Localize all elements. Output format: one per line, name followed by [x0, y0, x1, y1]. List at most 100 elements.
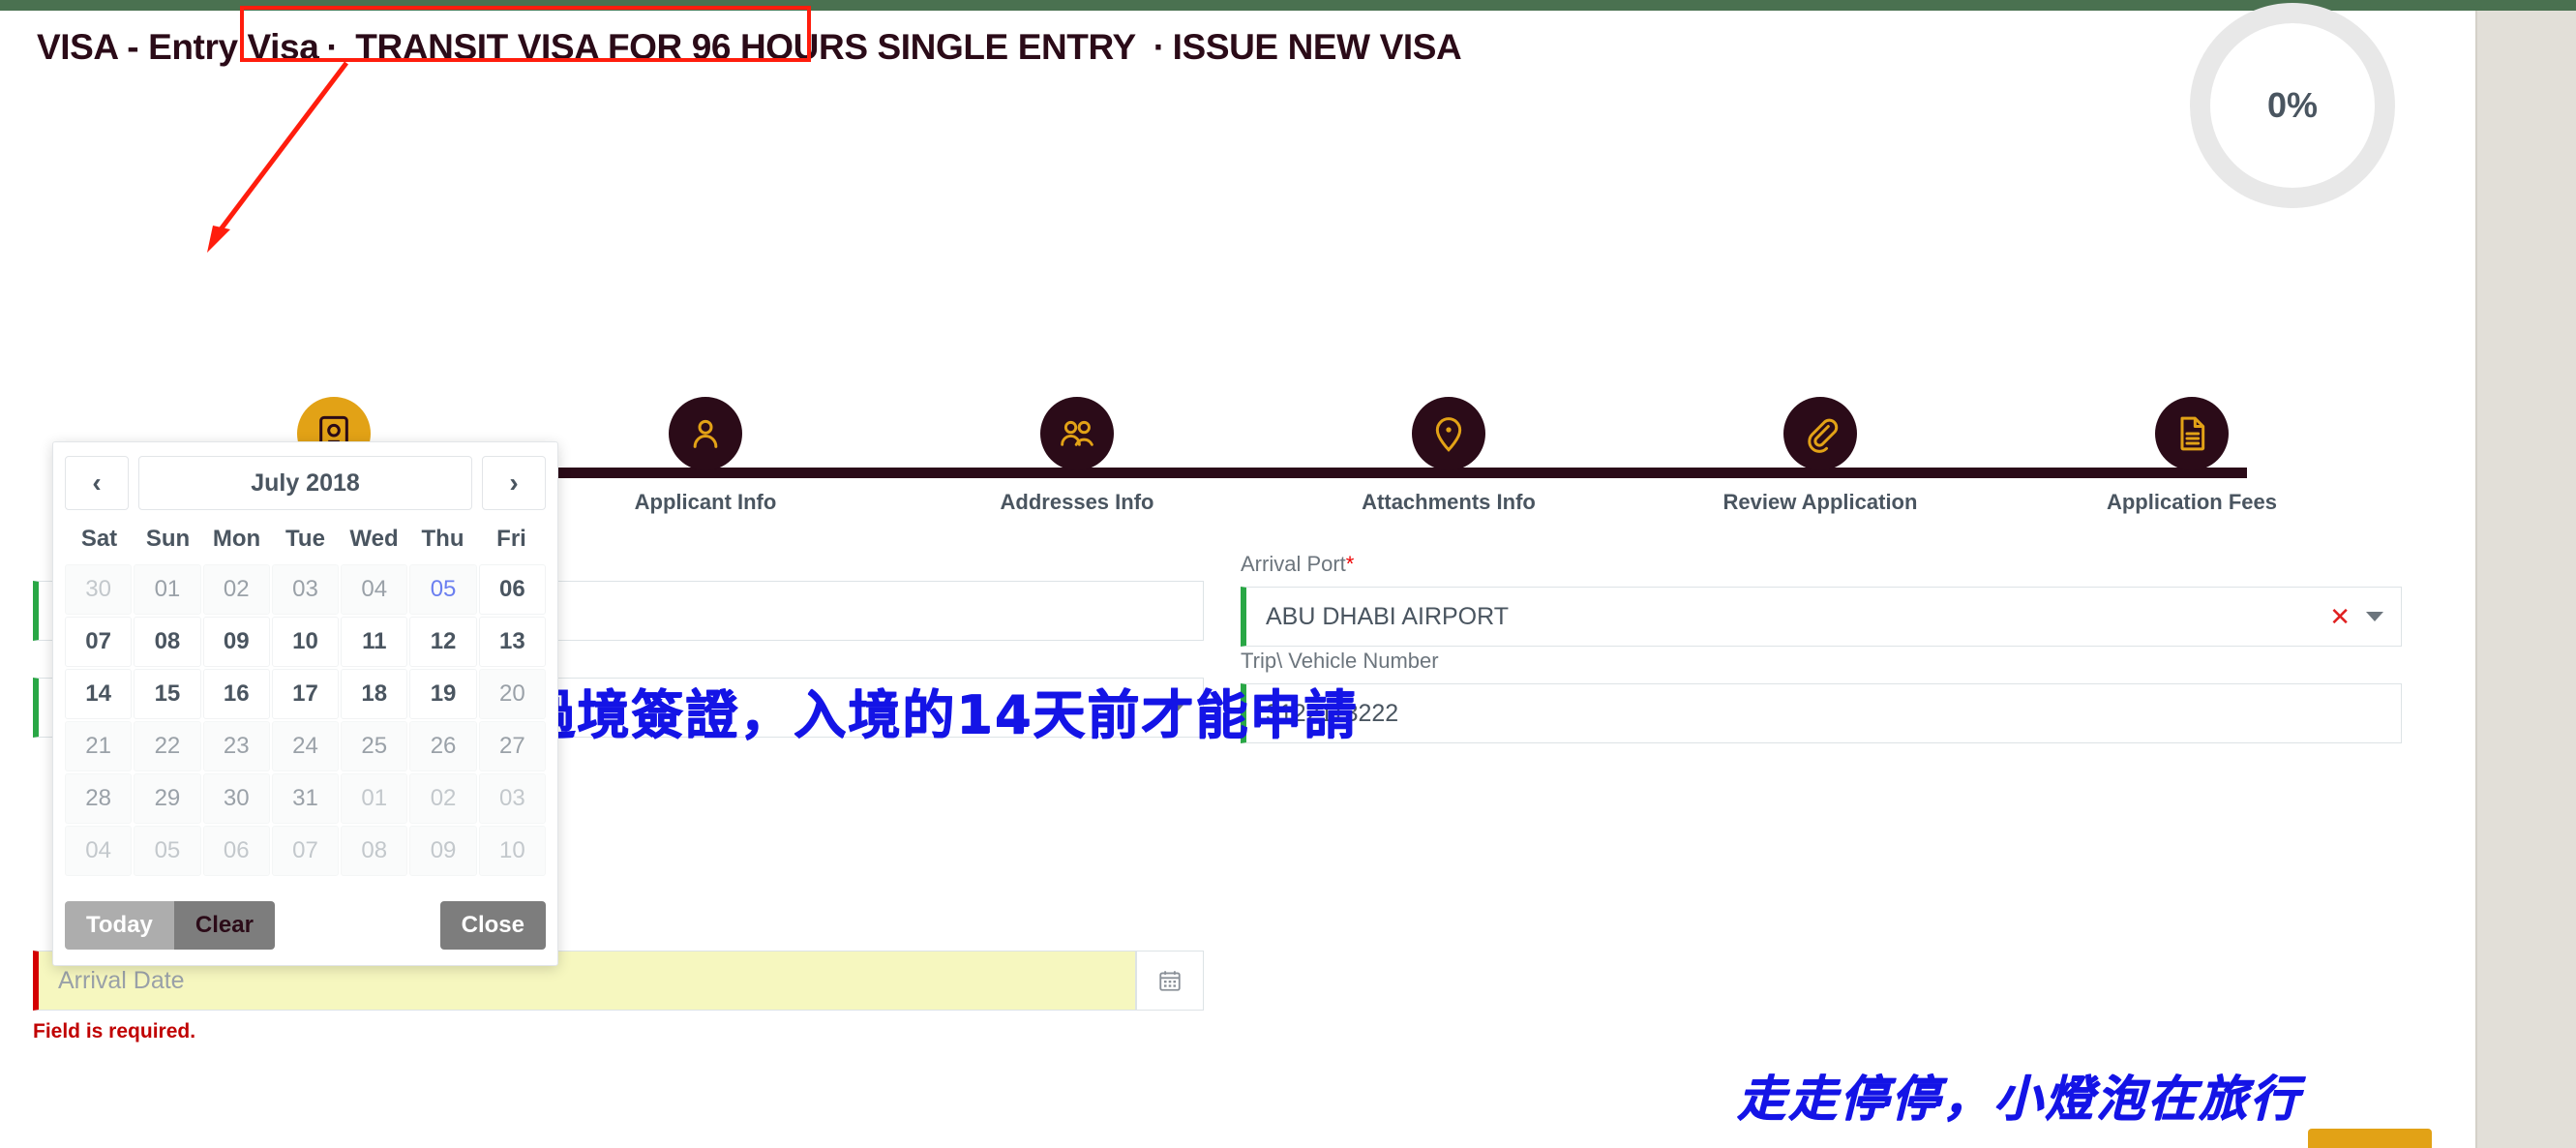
datepicker-weekday-header: Sat Sun Mon Tue Wed Thu Fri [65, 518, 546, 562]
datepicker-day-cell[interactable]: 02 [202, 564, 270, 615]
paperclip-icon [1783, 397, 1857, 470]
arrival-date-error: Field is required. [33, 1020, 196, 1042]
datepicker-weekday: Wed [349, 526, 399, 552]
orange-smudge-mark [2308, 1129, 2432, 1148]
datepicker-day-cell[interactable]: 05 [409, 564, 477, 615]
datepicker-day-cell: 06 [202, 826, 270, 876]
datepicker-day-cell: 01 [341, 773, 408, 824]
people-icon [1040, 397, 1114, 470]
stepper-step-label: Applicant Info [634, 490, 777, 514]
chevron-left-icon[interactable]: ‹ [65, 456, 129, 510]
datepicker-day-cell[interactable]: 18 [341, 669, 408, 719]
datepicker-day-cell[interactable]: 09 [202, 617, 270, 667]
datepicker-day-cell[interactable]: 14 [65, 669, 133, 719]
map-pin-icon [1412, 397, 1485, 470]
stepper-step-applicant-info[interactable]: Applicant Info [604, 397, 807, 515]
datepicker-day-cell[interactable]: 26 [409, 721, 477, 771]
datepicker-title[interactable]: July 2018 [138, 456, 472, 510]
field-arrival-port: Arrival Port* ABU DHABI AIRPORT ✕ [1241, 552, 2402, 647]
stepper-step-application-fees[interactable]: Application Fees [2090, 397, 2293, 515]
calendar-icon[interactable] [1136, 951, 1204, 1011]
datepicker-day-cell[interactable]: 22 [134, 721, 201, 771]
progress-percent-label: 0% [2266, 85, 2319, 125]
datepicker-day-cell[interactable]: 28 [65, 773, 133, 824]
breadcrumb-separator-2: · [1153, 27, 1165, 67]
annotation-note-main: 過境簽證，入境的14天前才能申請 [523, 684, 1359, 745]
datepicker-day-cell[interactable]: 25 [341, 721, 408, 771]
breadcrumb-item-transit-visa[interactable]: TRANSIT VISA FOR 96 HOURS SINGLE ENTRY [345, 27, 1145, 68]
datepicker-day-cell[interactable]: 06 [478, 564, 546, 615]
datepicker-day-cell[interactable]: 24 [271, 721, 340, 771]
stepper-step-review-application[interactable]: Review Application [1719, 397, 1922, 515]
datepicker-day-cell[interactable]: 27 [478, 721, 546, 771]
datepicker-day-cell[interactable]: 07 [65, 617, 133, 667]
datepicker-day-cell[interactable]: 17 [271, 669, 340, 719]
person-icon [669, 397, 742, 470]
red-callout-arrow [207, 61, 348, 253]
stepper-step-label: Attachments Info [1362, 490, 1536, 514]
datepicker-popup[interactable]: ‹ July 2018 › Sat Sun Mon Tue Wed Thu Fri 30 01… [52, 441, 558, 966]
required-asterisk: * [1345, 552, 1355, 576]
datepicker-footer: Today Clear Close [65, 901, 546, 950]
right-side-rail [2475, 11, 2576, 1148]
datepicker-day-cell[interactable]: 23 [202, 721, 270, 771]
datepicker-day-cell: 05 [134, 826, 201, 876]
datepicker-day-cell[interactable]: 10 [271, 617, 340, 667]
top-accent-bar [0, 0, 2576, 11]
datepicker-header: ‹ July 2018 › [65, 456, 546, 510]
stepper-step-label: Review Application [1722, 490, 1918, 514]
datepicker-day-cell[interactable]: 29 [134, 773, 201, 824]
datepicker-day-cell[interactable]: 19 [409, 669, 477, 719]
datepicker-day-cell: 08 [341, 826, 408, 876]
datepicker-day-cell[interactable]: 03 [271, 564, 340, 615]
x-clear-icon[interactable]: ✕ [2329, 604, 2351, 629]
datepicker-day-cell[interactable]: 16 [202, 669, 270, 719]
datepicker-day-grid: 30 01 02 03 04 05 06 07 08 09 10 11 12 13 14 15 16 17 18 19… [65, 564, 546, 876]
datepicker-day-cell: 30 [65, 564, 133, 615]
arrival-port-label: Arrival Port* [1241, 552, 2402, 577]
annotation-watermark: 走走停停，小燈泡在旅行 [1737, 1071, 2301, 1127]
arrival-port-label-text: Arrival Port [1241, 552, 1346, 576]
stepper-step-attachments-info[interactable]: Attachments Info [1347, 397, 1550, 515]
datepicker-day-cell[interactable]: 15 [134, 669, 201, 719]
today-button[interactable]: Today [65, 901, 174, 950]
datepicker-day-cell: 09 [409, 826, 477, 876]
datepicker-weekday: Fri [496, 526, 526, 552]
datepicker-weekday: Mon [212, 526, 261, 552]
datepicker-day-cell[interactable]: 11 [341, 617, 408, 667]
datepicker-weekday: Tue [285, 526, 325, 552]
arrival-date-placeholder: Arrival Date [58, 966, 185, 994]
stepper-step-label: Addresses Info [1000, 490, 1154, 514]
chevron-right-icon[interactable]: › [482, 456, 546, 510]
datepicker-day-cell: 10 [478, 826, 546, 876]
trip-vehicle-number-input[interactable]: 3122113222 [1241, 683, 2402, 743]
datepicker-day-cell[interactable]: 30 [202, 773, 270, 824]
datepicker-weekday: Sun [145, 526, 191, 552]
clear-button[interactable]: Clear [173, 901, 275, 950]
progress-donut: 0% [2190, 3, 2395, 208]
breadcrumb-item-issue-new-visa[interactable]: ISSUE NEW VISA [1173, 27, 1462, 68]
datepicker-day-cell: 07 [271, 826, 340, 876]
datepicker-day-cell[interactable]: 31 [271, 773, 340, 824]
datepicker-day-cell[interactable]: 13 [478, 617, 546, 667]
datepicker-day-cell: 02 [409, 773, 477, 824]
close-button[interactable]: Close [439, 901, 546, 950]
datepicker-day-cell: 03 [478, 773, 546, 824]
datepicker-day-cell[interactable]: 20 [478, 669, 546, 719]
arrival-port-select[interactable]: ABU DHABI AIRPORT ✕ [1241, 587, 2402, 647]
datepicker-day-cell: 04 [65, 826, 133, 876]
stepper-step-label: Application Fees [2106, 490, 2278, 514]
datepicker-day-cell[interactable]: 12 [409, 617, 477, 667]
document-icon [2155, 397, 2229, 470]
trip-vehicle-number-label: Trip\ Vehicle Number [1241, 649, 1439, 673]
datepicker-weekday: Sat [80, 526, 118, 552]
page-root: VISA - Entry Visa · TRANSIT VISA FOR 96 … [0, 0, 2576, 1148]
chevron-down-icon[interactable] [2366, 612, 2383, 621]
datepicker-day-cell[interactable]: 21 [65, 721, 133, 771]
stepper-step-addresses-info[interactable]: Addresses Info [975, 397, 1179, 515]
datepicker-day-cell[interactable]: 08 [134, 617, 201, 667]
field-trip-vehicle-number: Trip\ Vehicle Number 3122113222 [1241, 649, 2402, 743]
datepicker-day-cell[interactable]: 04 [341, 564, 408, 615]
arrival-port-value: ABU DHABI AIRPORT [1266, 602, 1509, 630]
datepicker-day-cell[interactable]: 01 [134, 564, 201, 615]
